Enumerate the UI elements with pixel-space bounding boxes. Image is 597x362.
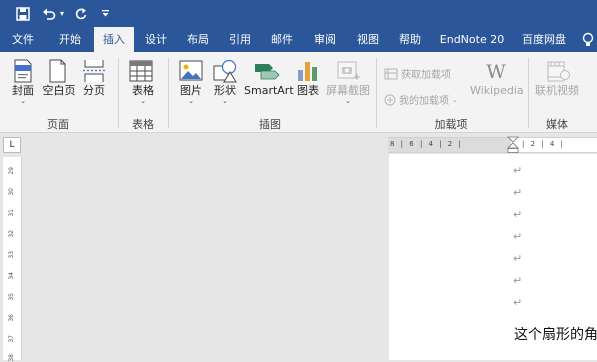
tab-file[interactable]: 文件 [4, 27, 42, 52]
tab-selector[interactable]: L [3, 137, 21, 153]
group-separator [168, 58, 169, 128]
indent-marker-icon[interactable] [507, 136, 519, 154]
chart-icon [298, 62, 317, 81]
video-icon [547, 61, 570, 82]
smartart-button[interactable]: SmartArt [244, 58, 294, 97]
tab-review[interactable]: 审阅 [306, 27, 344, 52]
ribbon-tabs: 文件 开始 插入 设计 布局 引用 邮件 审阅 视图 帮助 EndNote 20… [0, 27, 597, 53]
svg-text:W: W [486, 61, 506, 83]
save-icon[interactable] [14, 5, 32, 22]
group-separator [376, 58, 377, 128]
paragraph-mark: ↵ [513, 274, 523, 287]
lightbulb-icon[interactable] [582, 27, 597, 52]
group-separator [118, 58, 119, 128]
tab-home[interactable]: 开始 [50, 27, 90, 52]
table-icon [129, 60, 153, 82]
page-break-icon [83, 60, 105, 82]
ribbon: 封面 ⌄ 空白页 分页 页面 表格 ⌄ 表格 图片 ⌄ 形状 ⌄ SmartAr… [0, 52, 597, 133]
blank-page-button[interactable]: 空白页 [42, 58, 76, 97]
tab-help[interactable]: 帮助 [391, 27, 429, 52]
shapes-button[interactable]: 形状 ⌄ [210, 58, 240, 105]
tab-layout[interactable]: 布局 [179, 27, 217, 52]
get-addins-button[interactable]: 获取加载项 [384, 66, 451, 81]
cover-page-icon [14, 59, 32, 83]
group-separator [528, 58, 529, 128]
chevron-down-icon: ⌄ [345, 97, 351, 105]
undo-dropdown-icon[interactable]: ▾ [58, 5, 66, 22]
chevron-down-icon: ⌄ [20, 97, 26, 105]
smartart-icon [255, 64, 280, 80]
chevron-down-icon: ⌄ [452, 95, 458, 104]
pictures-button[interactable]: 图片 ⌄ [176, 58, 206, 105]
group-label-pages: 页面 [47, 118, 69, 131]
paragraph-mark: ↵ [513, 186, 523, 199]
group-label-tables: 表格 [132, 118, 154, 131]
screenshot-button[interactable]: 屏幕截图 ⌄ [326, 58, 370, 105]
title-bar: ▾ [0, 0, 597, 27]
tab-baidu[interactable]: 百度网盘 [516, 27, 572, 52]
my-addins-button[interactable]: 我的加载项 ⌄ [384, 92, 458, 107]
ruler-left-numbers: 8 | 6 | 4 | 2 | [390, 140, 463, 148]
table-button[interactable]: 表格 ⌄ [126, 58, 160, 105]
tab-mailings[interactable]: 邮件 [263, 27, 301, 52]
paragraph-mark: ↵ [513, 164, 523, 177]
shapes-icon [213, 59, 237, 83]
paragraph-mark: ↵ [513, 252, 523, 265]
horizontal-ruler[interactable]: 8 | 6 | 4 | 2 | | 2 | 4 | [388, 136, 597, 154]
customize-icon[interactable] [99, 5, 111, 22]
group-label-media: 媒体 [546, 118, 568, 131]
undo-icon[interactable] [40, 5, 58, 22]
tab-references[interactable]: 引用 [221, 27, 259, 52]
paragraph-mark: ↵ [513, 208, 523, 221]
group-label-illustrations: 插图 [259, 118, 281, 131]
screenshot-icon [337, 61, 360, 80]
tab-view[interactable]: 视图 [349, 27, 387, 52]
chevron-down-icon: ⌄ [140, 97, 146, 105]
vertical-ruler[interactable]: 29 30 31 32 33 34 35 36 37 38 [3, 157, 22, 362]
tab-endnote[interactable]: EndNote 20 [438, 27, 506, 52]
tab-insert[interactable]: 插入 [94, 27, 134, 53]
paragraph-mark: ↵ [513, 230, 523, 243]
chevron-down-icon: ⌄ [188, 97, 194, 105]
repeat-icon[interactable] [72, 5, 90, 22]
wikipedia-icon: W [486, 61, 506, 83]
paragraph-mark: ↵ [513, 296, 523, 309]
blank-page-icon [49, 59, 66, 83]
page-break-button[interactable]: 分页 [79, 58, 109, 97]
ruler-right-numbers: | 2 | 4 | [522, 140, 565, 148]
chart-button[interactable]: 图表 [294, 58, 322, 97]
cover-page-button[interactable]: 封面 ⌄ [8, 58, 38, 105]
addins-icon [384, 94, 396, 105]
online-video-button[interactable]: 联机视频 [534, 58, 580, 97]
tab-design[interactable]: 设计 [137, 27, 175, 52]
wikipedia-button[interactable]: W Wikipedia [470, 58, 524, 97]
store-icon [384, 68, 398, 79]
chevron-down-icon: ⌄ [222, 97, 228, 105]
group-label-addins: 加载项 [434, 118, 468, 131]
document-body-text[interactable]: 这个扇形的角 [514, 324, 597, 344]
picture-icon [179, 60, 203, 81]
